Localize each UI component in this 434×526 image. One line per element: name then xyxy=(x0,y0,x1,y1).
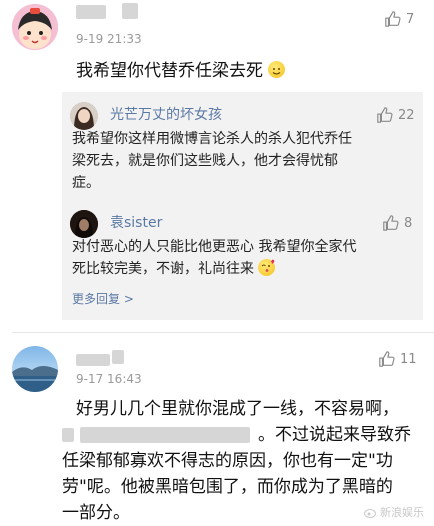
username-redacted xyxy=(122,3,138,19)
kiss-emoji-icon xyxy=(258,259,276,276)
username-redacted xyxy=(76,354,110,366)
watermark: 新浪娱乐 xyxy=(364,504,424,520)
avatar-landscape-icon xyxy=(12,346,58,392)
avatar-photo-icon xyxy=(70,102,98,130)
like-count: 7 xyxy=(406,11,415,27)
reply-username[interactable]: 光芒万丈的坏女孩 xyxy=(110,104,222,124)
avatar[interactable] xyxy=(12,346,58,392)
avatar-photo-icon xyxy=(70,210,98,238)
avatar[interactable] xyxy=(70,102,98,130)
smile-emoji-icon xyxy=(268,61,286,78)
thumbs-up-icon xyxy=(379,351,395,367)
comment-text: 我希望你代替乔任梁去死 xyxy=(76,58,286,84)
weibo-logo-icon xyxy=(364,508,376,518)
like-button[interactable]: 11 xyxy=(378,350,417,368)
reply-username[interactable]: 袁sister xyxy=(110,212,162,232)
replies-panel: 光芒万丈的坏女孩 22 我希望你这样用微博言论杀人的杀人犯代乔任 梁死去，就是你… xyxy=(62,92,423,320)
redacted-text xyxy=(80,427,250,443)
thumbs-up-icon xyxy=(385,11,401,27)
like-button[interactable]: 8 xyxy=(382,214,412,232)
username-redacted xyxy=(112,350,124,364)
like-count: 11 xyxy=(400,351,417,367)
like-count: 8 xyxy=(404,215,413,231)
like-button[interactable]: 22 xyxy=(376,106,415,124)
reply-text: 对付恶心的人只能比他更恶心 我希望你全家代 死比较完美，不谢，礼尚往来 xyxy=(72,239,357,277)
username-redacted xyxy=(76,5,106,19)
thumbs-up-icon xyxy=(377,107,393,123)
redacted-text xyxy=(62,428,74,442)
watermark-text: 新浪娱乐 xyxy=(380,506,424,519)
more-replies-link[interactable]: 更多回复 > xyxy=(72,290,134,307)
like-button[interactable]: 7 xyxy=(384,10,414,28)
comment-divider xyxy=(12,332,434,333)
comment-time: 9-17 16:43 xyxy=(76,372,142,386)
like-count: 22 xyxy=(398,107,415,123)
avatar[interactable] xyxy=(70,210,98,238)
comment-time: 9-19 21:33 xyxy=(76,32,142,46)
avatar[interactable] xyxy=(12,4,58,50)
thumbs-up-icon xyxy=(383,215,399,231)
avatar-cartoon-girl-icon xyxy=(12,4,58,50)
reply-text: 我希望你这样用微博言论杀人的杀人犯代乔任 梁死去，就是你们这些贱人，他才会得忧郁… xyxy=(72,131,352,191)
